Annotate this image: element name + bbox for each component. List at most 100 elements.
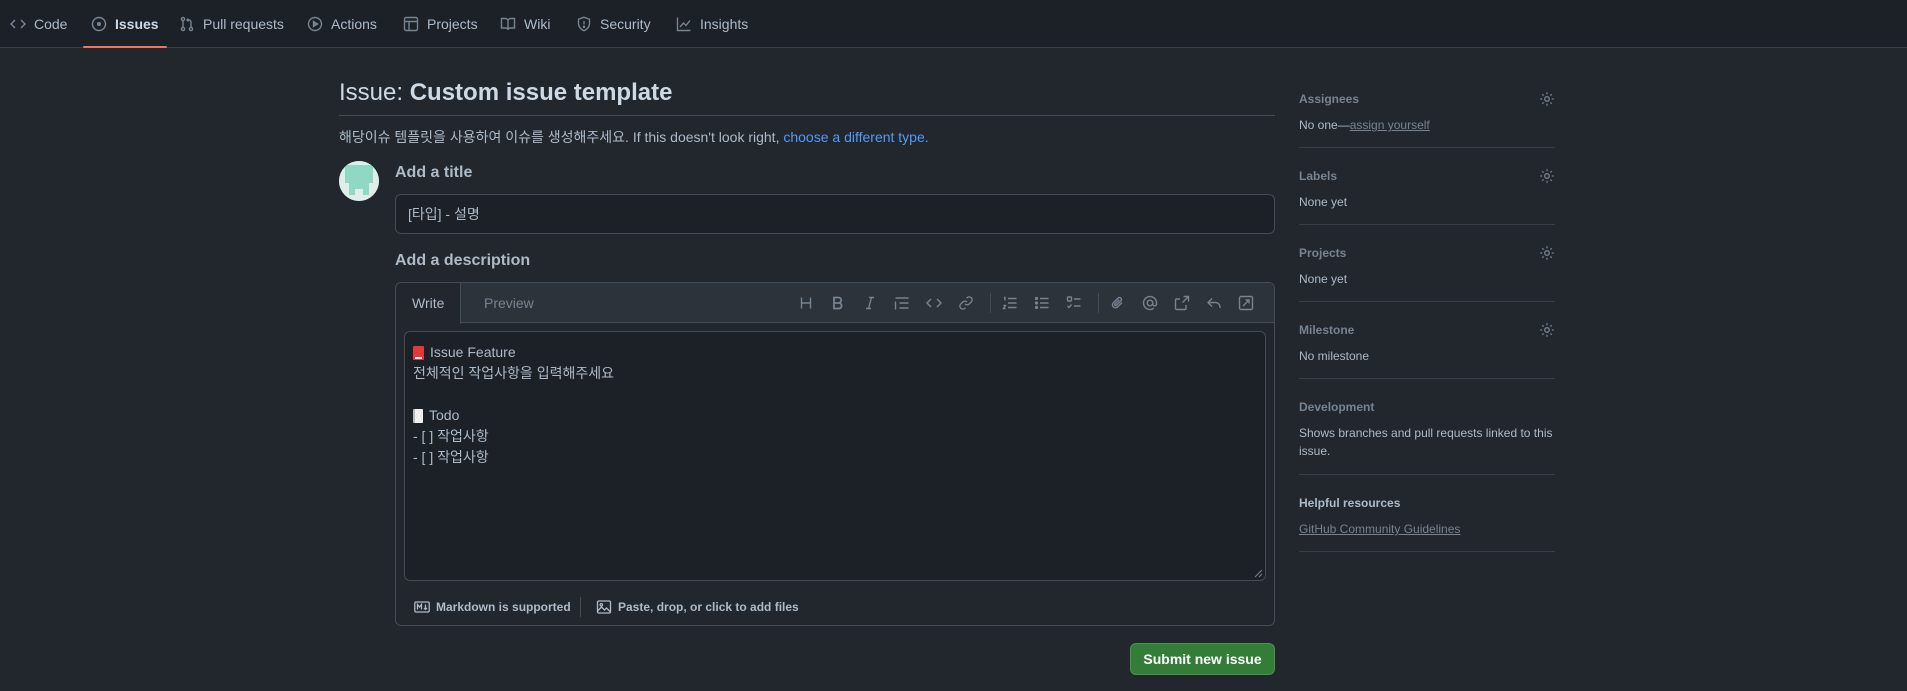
no-one-text: No one— [1299,118,1350,132]
quote-icon[interactable] [894,295,910,311]
assign-yourself-link[interactable]: assign yourself [1350,118,1430,132]
shield-icon [577,16,591,32]
avatar[interactable] [339,161,379,201]
projects-value: None yet [1299,272,1348,286]
divider [339,115,1275,116]
title-input[interactable]: [타입] - 설명 [395,194,1275,234]
tab-security[interactable]: Security [576,0,651,48]
bold-icon[interactable] [830,295,846,311]
divider [1299,224,1555,225]
sidebar-development: Development Shows branches and pull requ… [1299,398,1555,478]
page-title-text: Custom issue template [409,79,673,106]
milestone-heading: Milestone [1299,323,1355,337]
community-guidelines-link[interactable]: GitHub Community Guidelines [1299,522,1460,536]
fullscreen-icon[interactable] [1238,295,1254,311]
assignees-value: No one—assign yourself [1299,116,1430,134]
gear-icon[interactable] [1539,168,1555,184]
gear-icon[interactable] [1539,245,1555,261]
development-heading: Development [1299,400,1375,414]
tab-code[interactable]: Code [10,0,67,48]
ordered-list-icon[interactable] [1002,295,1018,311]
markdown-icon [414,601,430,613]
tab-label: Code [34,16,68,32]
body-line: 전체적인 작업사항을 입력해주세요 [413,363,1257,384]
unordered-list-icon[interactable] [1034,295,1050,311]
body-line: Todo [413,405,1257,426]
play-icon [307,16,323,32]
body-line [413,384,1257,405]
tab-projects[interactable]: Projects [403,0,478,48]
red-book-icon [413,345,424,360]
toolbar-separator [990,293,991,313]
issue-sidebar: Assignees No one—assign yourself Labels … [1299,48,1555,691]
sidebar-assignees: Assignees No one—assign yourself [1299,90,1555,150]
heading-icon[interactable] [798,295,814,311]
tab-preview[interactable]: Preview [468,283,550,323]
projects-heading: Projects [1299,246,1347,260]
gear-icon[interactable] [1539,322,1555,338]
divider [1299,551,1555,552]
issue-opened-icon [91,16,107,32]
link-icon[interactable] [958,295,974,311]
body-line-text: Todo [429,407,460,423]
page-title: Issue: Custom issue template [339,77,672,109]
labels-heading: Labels [1299,169,1338,183]
development-value: Shows branches and pull requests linked … [1299,426,1553,458]
identicon-icon [339,161,379,201]
labels-value: None yet [1299,195,1348,209]
tab-label: Insights [700,16,749,32]
template-subtitle: 해당이슈 템플릿을 사용하여 이슈를 생성해주세요. If this doesn… [339,127,929,147]
markdown-supported-link[interactable]: Markdown is supported [414,599,571,615]
body-line-text: 전체적인 작업사항을 입력해주세요 [413,365,614,381]
body-line-text: - [ ] 작업사항 [413,428,489,444]
cross-reference-icon[interactable] [1174,295,1190,311]
tab-wiki[interactable]: Wiki [500,0,550,48]
resize-handle-icon[interactable] [1253,568,1263,578]
editor-toolbar: Write Preview [396,283,1274,324]
description-editor: Write Preview Issue Feature 전체적인 작업사항을 입… [395,282,1275,626]
page-title-prefix: Issue: [339,79,410,106]
markdown-note: Markdown is supported [436,600,571,614]
tab-write[interactable]: Write [396,283,462,324]
milestone-value: No milestone [1299,349,1370,363]
body-line-text: - [ ] 작업사항 [413,449,489,465]
italic-icon[interactable] [862,295,878,311]
attach-note: Paste, drop, or click to add files [618,600,799,614]
tab-label: Pull requests [203,16,284,32]
tab-label: Wiki [524,16,551,32]
tab-issues[interactable]: Issues [83,0,167,48]
sidebar-milestone: Milestone No milestone [1299,321,1555,381]
divider [1299,147,1555,148]
tab-insights[interactable]: Insights [676,0,748,48]
git-pull-request-icon [180,16,194,32]
description-textarea[interactable]: Issue Feature 전체적인 작업사항을 입력해주세요 Todo - [… [404,331,1266,581]
body-line-text: Issue Feature [430,344,516,360]
tab-label: Issues [115,16,159,32]
subtitle-text: 해당이슈 템플릿을 사용하여 이슈를 생성해주세요. If this doesn… [339,129,784,145]
image-icon [596,600,612,614]
title-label: Add a title [395,164,473,181]
editor-footer: Markdown is supported Paste, drop, or cl… [396,589,1274,625]
mention-icon[interactable] [1142,295,1158,311]
footer-separator [580,597,581,617]
code-icon[interactable] [926,295,942,311]
body-line: Issue Feature [413,342,1257,363]
new-issue-form: Issue: Custom issue template 해당이슈 템플릿을 사… [339,48,1275,691]
sidebar-projects: Projects None yet [1299,244,1555,304]
repo-nav: Code Issues Pull requests Actions Projec… [0,0,1907,48]
tab-pull-requests[interactable]: Pull requests [179,0,284,48]
tab-actions[interactable]: Actions [307,0,377,48]
helpful-resources-heading: Helpful resources [1299,496,1401,510]
tasklist-icon[interactable] [1066,295,1082,311]
sidebar-labels: Labels None yet [1299,167,1555,227]
attach-files-button[interactable]: Paste, drop, or click to add files [596,599,799,615]
assignees-heading: Assignees [1299,92,1360,106]
gear-icon[interactable] [1539,91,1555,107]
sidebar-helpful-resources: Helpful resources GitHub Community Guide… [1299,494,1555,554]
reply-icon[interactable] [1206,295,1222,311]
tab-label: Projects [427,16,478,32]
submit-new-issue-button[interactable]: Submit new issue [1130,643,1275,675]
choose-type-link[interactable]: choose a different type. [783,129,928,145]
paperclip-icon[interactable] [1110,295,1126,311]
toolbar-separator [1098,293,1099,313]
